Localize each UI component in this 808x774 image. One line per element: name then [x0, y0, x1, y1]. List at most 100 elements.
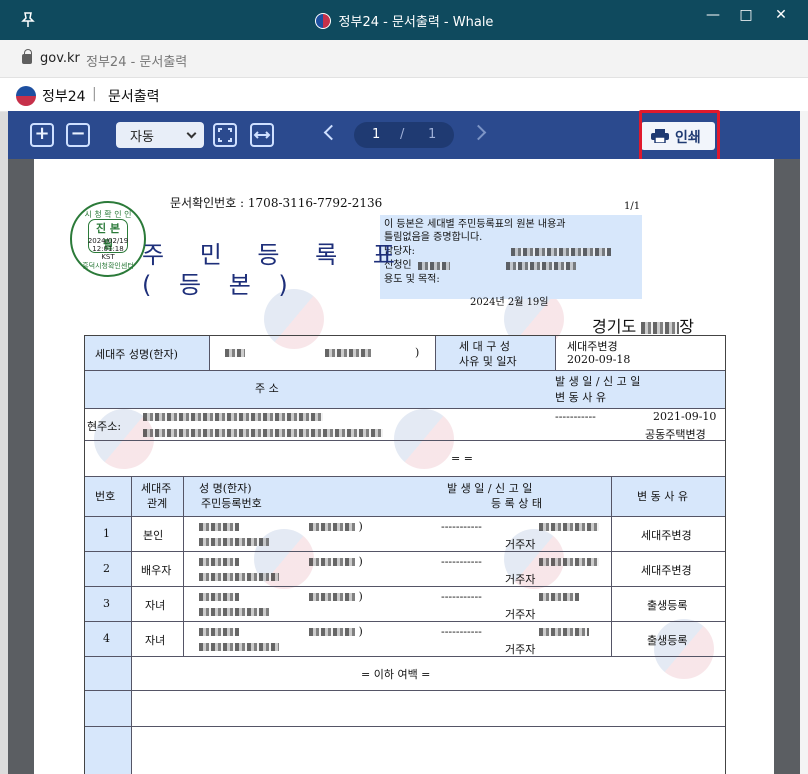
- row-date: [539, 625, 589, 638]
- redacted-text: [510, 247, 611, 256]
- maximize-button[interactable]: □: [731, 4, 761, 26]
- redacted-text: [641, 321, 680, 334]
- fit-page-icon[interactable]: [213, 123, 237, 147]
- col-reason: 변 동 사 유: [637, 490, 688, 503]
- cert-applicant-row: 신청인: [384, 259, 576, 272]
- table-rule: [183, 476, 184, 656]
- issue-date: 2024년 2월 19일: [470, 297, 549, 308]
- fit-width-icon[interactable]: [250, 123, 274, 147]
- address-dash: -----------: [555, 410, 596, 423]
- address-value-line2: [143, 426, 383, 439]
- stamp-date: 2024/02/19: [87, 237, 129, 245]
- col-name-2: 주민등록번호: [201, 497, 262, 510]
- zoom-out-icon[interactable]: −: [66, 123, 90, 147]
- cert-purpose-label: 용도 및 목적:: [384, 274, 440, 285]
- site-header: 정부24 | 문서출력: [0, 78, 808, 112]
- col-relation-1: 세대주: [141, 482, 172, 495]
- lock-icon: [22, 49, 32, 64]
- redacted-text: [309, 558, 355, 566]
- address-label: 현주소:: [87, 420, 122, 433]
- cert-text-line1: 이 등본은 세대별 주민등록표의 원본 내용과: [384, 219, 566, 230]
- gov24-logo-icon: [16, 86, 36, 106]
- table-shade: [85, 476, 725, 516]
- table-shade: [85, 516, 131, 774]
- address-header: 주 소: [255, 382, 279, 395]
- redacted-text: [309, 628, 355, 636]
- row-dash: -----------: [441, 520, 482, 533]
- redacted-text: [199, 593, 239, 601]
- row-number: 2: [103, 562, 110, 575]
- url-host: gov.kr: [40, 51, 80, 66]
- page-title: 문서출력: [108, 89, 160, 105]
- page-indicator: 1 / 1: [354, 122, 454, 148]
- certification-stamp: 시 청 확 인 인 진 본 필 2024/02/19 12:01:18 KST …: [70, 201, 146, 277]
- redacted-text: [225, 349, 245, 357]
- composition-reason: 세대주변경: [567, 340, 618, 353]
- cert-purpose-row: 용도 및 목적:: [384, 273, 440, 286]
- header-separator: |: [92, 86, 97, 102]
- zoom-in-icon[interactable]: +: [30, 123, 54, 147]
- table-rule: [611, 476, 612, 656]
- redacted-text: [539, 558, 599, 566]
- redacted-text: [199, 538, 269, 546]
- redacted-text: [309, 523, 355, 531]
- pdf-viewer[interactable]: 시 청 확 인 인 진 본 필 2024/02/19 12:01:18 KST …: [8, 159, 800, 774]
- row-status: 거주자: [505, 643, 536, 656]
- page-current-input[interactable]: 1: [372, 127, 380, 142]
- address-end-mark: = =: [451, 452, 473, 465]
- row-name: ): [199, 520, 363, 533]
- col-status: 등 록 상 태: [491, 497, 542, 510]
- cert-text-line2: 틀림없음을 증명합니다.: [384, 232, 483, 243]
- print-button-highlight: [639, 110, 720, 163]
- prev-page-icon[interactable]: [323, 124, 340, 141]
- redacted-text: [199, 523, 239, 531]
- composition-label-1: 세 대 구 성: [459, 340, 510, 353]
- table-rule: [85, 726, 725, 727]
- page-count: 1/1: [624, 201, 641, 212]
- cert-manager-row: 담당자:: [384, 245, 611, 258]
- row-status: 거주자: [505, 573, 536, 586]
- col-number: 번호: [95, 490, 116, 503]
- table-rule: [85, 440, 725, 441]
- row-relation: 본인: [143, 529, 164, 542]
- row-reason: 세대주변경: [641, 564, 692, 577]
- chevron-down-icon: [186, 128, 197, 139]
- row-reason: 세대주변경: [641, 529, 692, 542]
- table-rule: [85, 476, 725, 477]
- redacted-text: [199, 608, 269, 616]
- row-name: ): [199, 590, 363, 603]
- issuer-suffix: 장: [679, 317, 694, 336]
- row-status: 거주자: [505, 608, 536, 621]
- certification-box: 이 등본은 세대별 주민등록표의 원본 내용과 틀림없음을 증명합니다. 담당자…: [380, 215, 642, 299]
- row-dash: -----------: [441, 555, 482, 568]
- minimize-button[interactable]: —: [698, 4, 728, 26]
- table-rule: [85, 690, 725, 691]
- address-change-reason: 공동주택변경: [645, 428, 706, 441]
- redacted-text: [417, 261, 450, 270]
- table-rule: [85, 551, 725, 552]
- close-button[interactable]: ✕: [766, 4, 796, 26]
- window-title: 정부24 - 문서출력 - Whale: [0, 11, 808, 30]
- zoom-value: 자동: [130, 130, 154, 145]
- head-name-value: ): [225, 346, 419, 359]
- table-rule: [85, 370, 725, 371]
- table-rule: [435, 336, 436, 370]
- table-rule: [85, 408, 725, 409]
- row-name: ): [199, 625, 363, 638]
- col-name-1: 성 명(한자): [199, 482, 252, 495]
- next-page-icon[interactable]: [470, 124, 487, 141]
- zoom-select[interactable]: 자동: [116, 122, 204, 148]
- row-relation: 자녀: [145, 634, 166, 647]
- stamp-timezone: KST: [101, 253, 115, 261]
- redacted-text: [199, 628, 239, 636]
- table-rule: [209, 336, 210, 370]
- table-rule: [131, 476, 132, 774]
- redacted-text: [325, 349, 371, 357]
- row-dash: -----------: [441, 625, 482, 638]
- row-number: 3: [103, 597, 110, 610]
- url-page-title: 정부24 - 문서출력: [86, 55, 188, 70]
- site-name[interactable]: 정부24: [42, 86, 86, 106]
- row-relation: 배우자: [141, 564, 172, 577]
- address-bar[interactable]: gov.kr 정부24 - 문서출력: [0, 40, 808, 78]
- head-name-label: 세대주 성명(한자): [95, 348, 178, 361]
